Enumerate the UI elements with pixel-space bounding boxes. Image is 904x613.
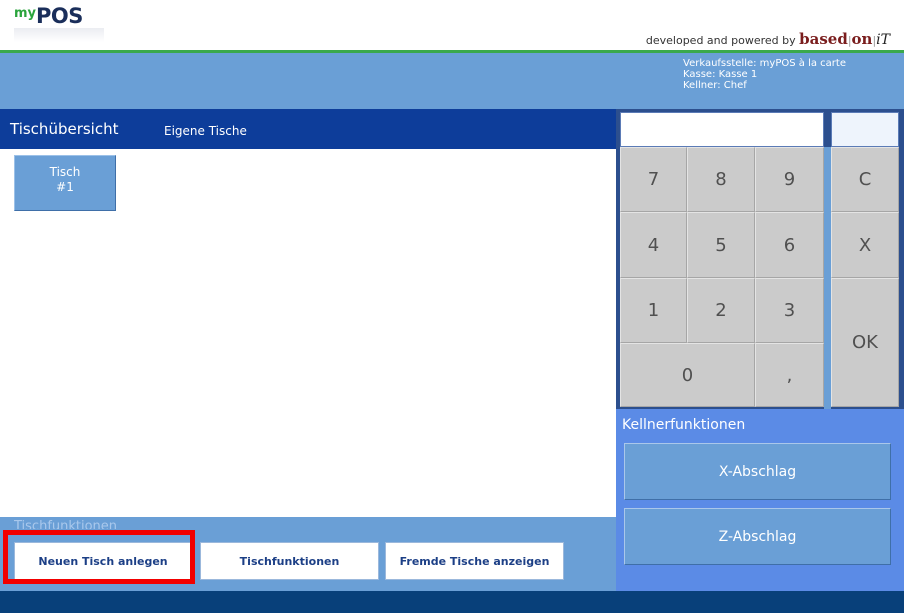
waiter-label: Kellner: Chef [683, 80, 747, 91]
mypos-logo: myPOS [14, 4, 104, 42]
key-6[interactable]: 6 [755, 212, 824, 278]
logo-pos: POS [36, 4, 83, 28]
title-bar: Tischübersicht Eigene Tische [0, 109, 616, 149]
session-info: Verkaufsstelle: myPOS à la carte Kasse: … [683, 58, 846, 91]
key-2[interactable]: 2 [687, 278, 755, 343]
brand-on: on [851, 30, 873, 48]
register-label: Kasse: Kasse 1 [683, 69, 758, 80]
table-button-1[interactable]: Tisch #1 [14, 155, 116, 211]
key-9[interactable]: 9 [755, 147, 824, 212]
table-number: #1 [56, 180, 74, 194]
highlight-box [3, 530, 195, 584]
waiter-functions-panel: Kellnerfunktionen X-Abschlag Z-Abschlag [616, 409, 904, 591]
keypad-display[interactable] [620, 112, 824, 147]
comma-key[interactable]: , [755, 343, 824, 407]
powered-by-text: developed and powered by based|on|iT [645, 30, 890, 48]
brand-based: based [799, 30, 848, 48]
logo-reflection [14, 28, 104, 42]
table-functions-button[interactable]: Tischfunktionen [200, 542, 379, 580]
keypad-side-display [831, 112, 899, 147]
z-report-button[interactable]: Z-Abschlag [624, 508, 891, 565]
powered-prefix: developed and powered by [645, 34, 800, 47]
key-3[interactable]: 3 [755, 278, 824, 343]
info-bar: Verkaufsstelle: myPOS à la carte Kasse: … [0, 53, 904, 109]
key-1[interactable]: 1 [620, 278, 687, 343]
store-label: Verkaufsstelle: myPOS à la carte [683, 58, 846, 69]
waiter-functions-title: Kellnerfunktionen [622, 417, 746, 433]
cancel-key[interactable]: X [831, 212, 899, 278]
ok-key[interactable]: OK [831, 278, 899, 407]
page-title: Tischübersicht [10, 120, 119, 138]
key-5[interactable]: 5 [687, 212, 755, 278]
table-label: Tisch [49, 165, 81, 179]
numeric-keypad: 7 8 9 C 4 5 6 X 1 2 3 OK 0 , [616, 109, 904, 409]
keypad-divider [824, 147, 831, 409]
key-7[interactable]: 7 [620, 147, 687, 212]
footer-bar [0, 591, 904, 613]
show-foreign-tables-button[interactable]: Fremde Tische anzeigen [385, 542, 564, 580]
x-report-button[interactable]: X-Abschlag [624, 443, 891, 500]
key-8[interactable]: 8 [687, 147, 755, 212]
key-4[interactable]: 4 [620, 212, 687, 278]
page-subtitle: Eigene Tische [164, 124, 247, 138]
logo-my: my [14, 6, 37, 21]
functions-label: Tischfunktionen [14, 519, 118, 529]
clear-key[interactable]: C [831, 147, 899, 212]
app-header: myPOS developed and powered by based|on|… [0, 0, 904, 53]
brand-it: iT [876, 32, 890, 48]
key-0[interactable]: 0 [620, 343, 755, 407]
table-overview-area: Tisch #1 [0, 149, 616, 517]
